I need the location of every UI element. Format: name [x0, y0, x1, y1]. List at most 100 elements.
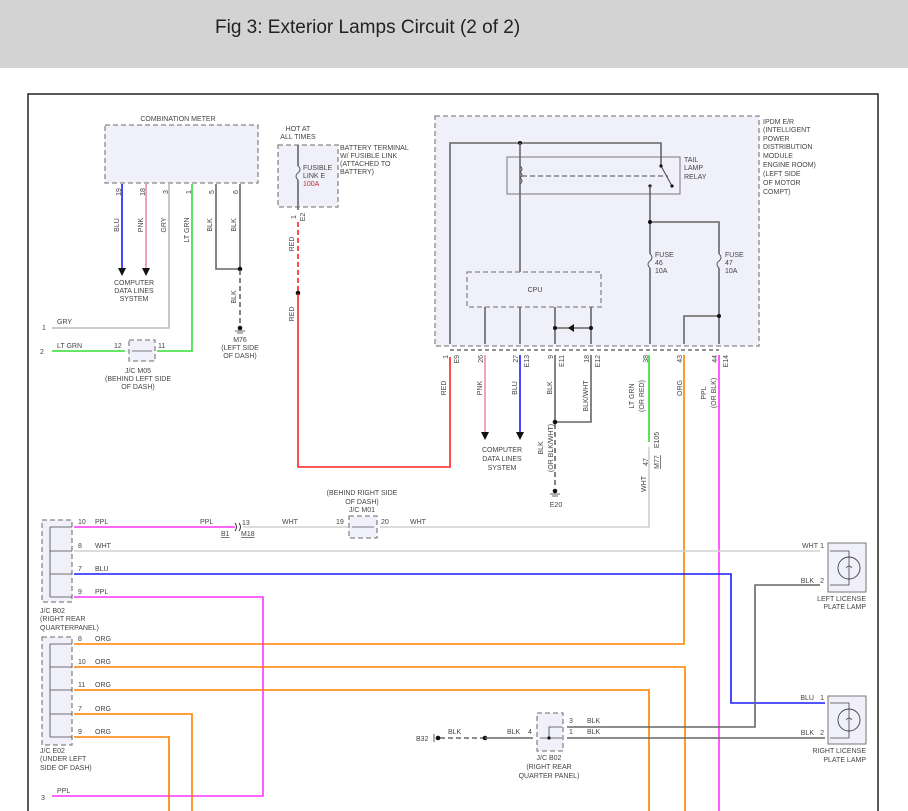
wire-label: BLK: [538, 441, 545, 455]
wire-label: ORG: [95, 706, 111, 713]
wire-label: RED: [441, 381, 448, 396]
e20-label: E20: [550, 502, 563, 509]
jc-m01-label: J/C M01: [349, 507, 375, 514]
wire-label: (OR RED): [639, 380, 646, 412]
jc-e02-label: (UNDER LEFT: [40, 756, 87, 763]
pin-label: 6: [233, 190, 240, 194]
fuse-46-label: 46: [655, 260, 663, 267]
arrow-icon: [481, 432, 489, 440]
wire-label: WHT: [95, 543, 112, 550]
arrow-icon: [118, 268, 126, 276]
pin-label: 11: [158, 343, 165, 350]
hot-label: ALL TIMES: [280, 134, 316, 141]
wire-label: RED: [289, 307, 296, 322]
jc-b02-label: J/C B02: [537, 755, 562, 762]
right-lamp-label: RIGHT LICENSE: [812, 748, 866, 755]
pin-label: 10: [78, 519, 86, 526]
wire-label: ORG: [677, 380, 684, 396]
wire-label: ORG: [95, 682, 111, 689]
right-lamp-label: PLATE LAMP: [823, 757, 866, 764]
wire-label: PPL: [57, 788, 70, 795]
connector-label: E9: [454, 355, 461, 364]
wire-label: PPL: [95, 519, 108, 526]
pin-label: 3: [569, 718, 573, 725]
pin-label: 2: [820, 730, 824, 737]
pin-label: 20: [381, 519, 389, 526]
left-lamp-label: LEFT LICENSE: [817, 596, 866, 603]
wire-label: BLK: [801, 730, 815, 737]
wire-label: BLK: [587, 718, 601, 725]
fusible-link-label: LINK E: [303, 173, 326, 180]
left-license-plate-lamp: WHT 1 BLK 2 LEFT LICENSE PLATE LAMP: [801, 542, 867, 611]
battery-terminal-label: (ATTACHED TO: [340, 161, 391, 168]
connector-label: E105: [654, 432, 661, 448]
pin-label: 1: [820, 543, 824, 550]
data-lines-label: COMPUTER: [482, 447, 522, 454]
wire-label: PNK: [138, 217, 145, 232]
pin-label: 26: [478, 355, 485, 363]
wire-label: RED: [289, 237, 296, 252]
ipdm-label-line: (INTELLIGENT: [763, 127, 811, 134]
wire-label: BLK: [587, 729, 601, 736]
ground-icon: [435, 735, 441, 741]
wire-label: PPL: [701, 386, 708, 399]
battery-terminal-label: BATTERY TERMINAL: [340, 145, 409, 152]
terminal-label: 2: [40, 349, 44, 356]
wire-label: BLK: [801, 578, 815, 585]
jc-m05-label: (BEHIND LEFT SIDE: [105, 376, 171, 383]
wire-label: BLK/WHT: [583, 380, 590, 412]
pin-label: 1: [820, 695, 824, 702]
connector-label: M18: [241, 531, 255, 538]
connector-label: E12: [595, 355, 602, 368]
ipdm-label-line: (LEFT SIDE: [763, 171, 801, 178]
jc-b02-left-connector: [41, 519, 73, 603]
ipdm-label-line: IPDM E/R: [763, 119, 794, 126]
relay-label: LAMP: [684, 165, 703, 172]
jc-b02-label: QUARTERPANEL): [40, 625, 99, 632]
combination-meter-label: COMBINATION METER: [140, 116, 215, 123]
pin-label: 4: [528, 729, 532, 736]
connector-label: E13: [524, 355, 531, 368]
fusible-link-label: 100A: [303, 181, 320, 188]
jc-e02-label: SIDE OF DASH): [40, 765, 92, 772]
pin-label: 1: [443, 355, 450, 359]
fuse-47-label: 10A: [725, 268, 738, 275]
wire-red: [297, 294, 451, 468]
wire-label: WHT: [410, 519, 427, 526]
wire-label: BLU: [114, 218, 121, 232]
pin-label: 9: [78, 729, 82, 736]
ground-icon: [235, 330, 245, 334]
cpu-label: CPU: [528, 287, 543, 294]
m76-label: M76: [233, 337, 247, 344]
wire-label: (OR BLK): [711, 378, 718, 408]
ipdm-label-line: DISTRIBUTION: [763, 144, 812, 151]
pin-label: 10: [78, 659, 86, 666]
pin-label: 7: [78, 706, 82, 713]
relay-label: TAIL: [684, 157, 698, 164]
jc-m01-label: OF DASH): [345, 499, 378, 506]
battery-terminal-label: W/ FUSIBLE LINK: [340, 153, 398, 160]
ipdm-label-line: MODULE: [763, 153, 793, 160]
wire-blk: [567, 584, 820, 728]
wire-label: BLK: [231, 218, 238, 232]
pin-label: 5: [209, 190, 216, 194]
data-lines-label: DATA LINES: [114, 288, 154, 295]
pin-label: 8: [78, 543, 82, 550]
terminal-label: 1: [42, 325, 46, 332]
jc-b02-right-connector: [536, 712, 564, 752]
wire-org: [74, 736, 170, 811]
jc-b02-label: (RIGHT REAR: [526, 764, 571, 771]
fuse-47-label: FUSE: [725, 252, 744, 259]
pin-label: 11: [78, 682, 85, 689]
connector-icon: [234, 522, 241, 532]
hot-label: HOT AT: [286, 126, 311, 133]
jc-m05-connector: [128, 339, 156, 362]
pin-label: 44: [712, 355, 719, 363]
wire-label: PPL: [95, 589, 108, 596]
wire-gry: [52, 184, 170, 329]
fusible-link-label: FUSIBLE: [303, 165, 333, 172]
pin-label: 8: [78, 636, 82, 643]
wire-label: BLK: [448, 729, 462, 736]
connector-label: E2: [300, 213, 307, 222]
wire-label: BLU: [800, 695, 814, 702]
